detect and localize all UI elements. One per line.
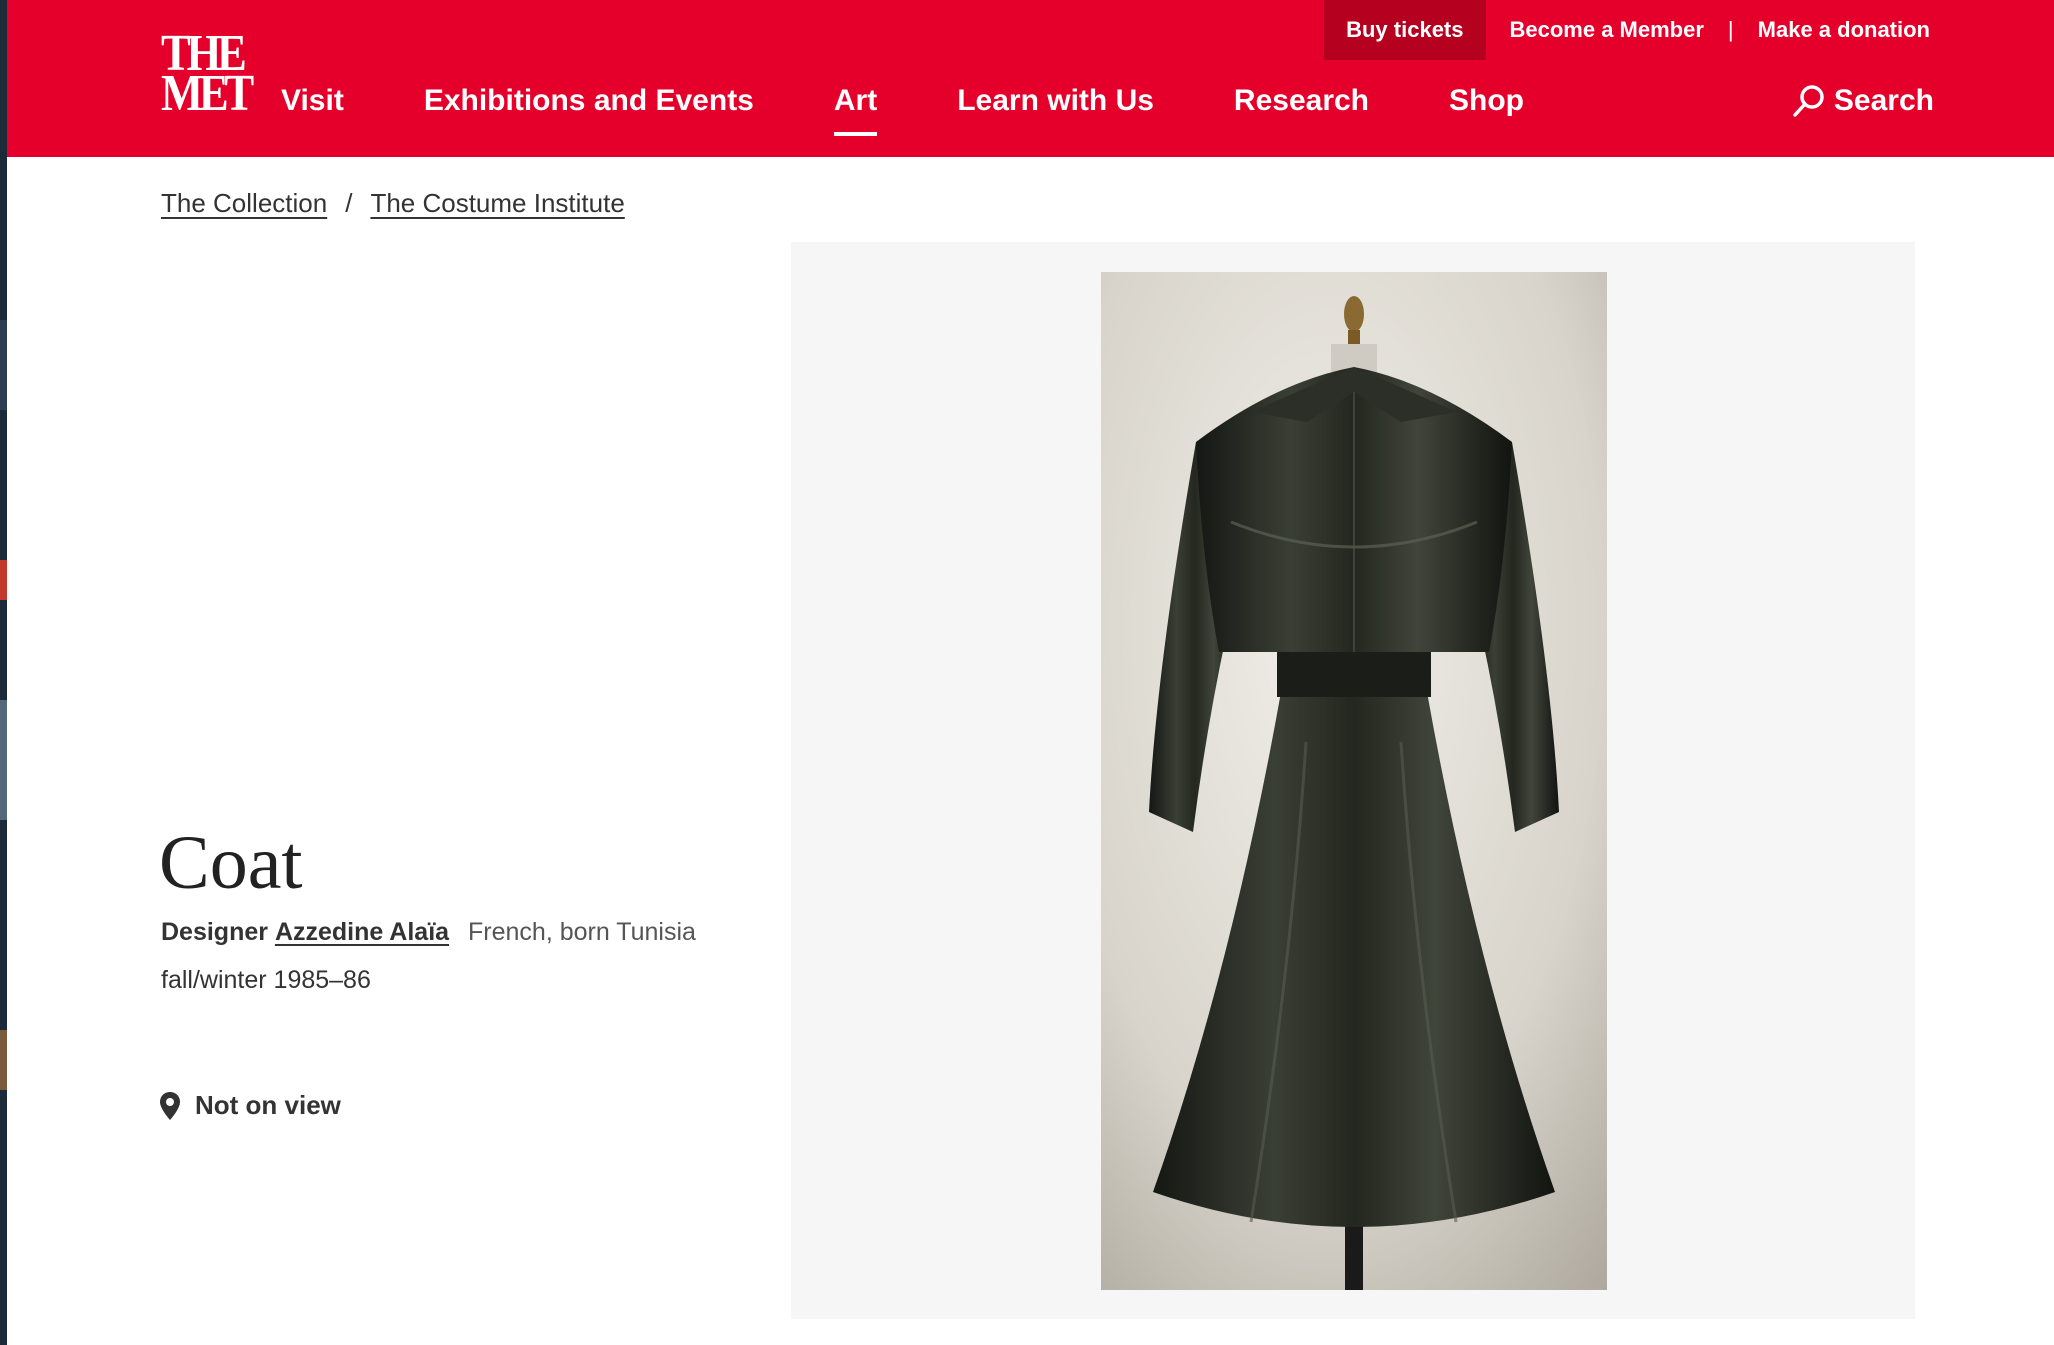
designer-link[interactable]: Azzedine Alaïa xyxy=(275,918,449,946)
search-icon xyxy=(1793,85,1824,117)
site-header: THE MET Buy tickets Become a Member | Ma… xyxy=(7,0,2054,157)
object-date: fall/winter 1985–86 xyxy=(161,966,371,994)
breadcrumb-the-collection[interactable]: The Collection xyxy=(161,188,327,219)
search-label: Search xyxy=(1833,84,1934,117)
nav-shop[interactable]: Shop xyxy=(1449,78,1524,124)
main-nav: Visit Exhibitions and Events Art Learn w… xyxy=(281,78,1604,136)
nav-learn-with-us[interactable]: Learn with Us xyxy=(957,78,1154,124)
search-button[interactable]: Search xyxy=(1792,78,1934,124)
nav-research[interactable]: Research xyxy=(1234,78,1369,124)
object-title: Coat xyxy=(159,821,303,905)
buy-tickets-link[interactable]: Buy tickets xyxy=(1324,0,1486,60)
breadcrumb-costume-institute[interactable]: The Costume Institute xyxy=(370,188,624,219)
met-logo[interactable]: THE MET xyxy=(161,28,254,124)
window-edge xyxy=(0,0,7,1345)
nav-visit[interactable]: Visit xyxy=(281,78,344,124)
view-status-text: Not on view xyxy=(195,1090,341,1120)
location-pin-icon xyxy=(160,1091,180,1120)
designer-nationality: French, born Tunisia xyxy=(468,918,696,946)
nav-art[interactable]: Art xyxy=(833,78,878,136)
breadcrumb: The Collection / The Costume Institute xyxy=(161,188,625,219)
designer-line: Designer Azzedine Alaïa French, born Tun… xyxy=(161,918,696,947)
utility-nav: Buy tickets Become a Member | Make a don… xyxy=(1324,0,1934,60)
breadcrumb-separator: / xyxy=(345,188,353,218)
designer-role: Designer xyxy=(161,918,268,946)
nav-exhibitions-and-events[interactable]: Exhibitions and Events xyxy=(424,78,754,124)
become-member-link[interactable]: Become a Member xyxy=(1506,0,1708,60)
make-donation-link[interactable]: Make a donation xyxy=(1754,0,1934,60)
artwork-image-panel xyxy=(791,242,1915,1319)
utility-separator: | xyxy=(1727,17,1734,42)
logo-line-2: MET xyxy=(161,65,254,122)
artwork-image[interactable] xyxy=(1101,272,1607,1290)
view-status: Not on view xyxy=(159,1090,341,1121)
